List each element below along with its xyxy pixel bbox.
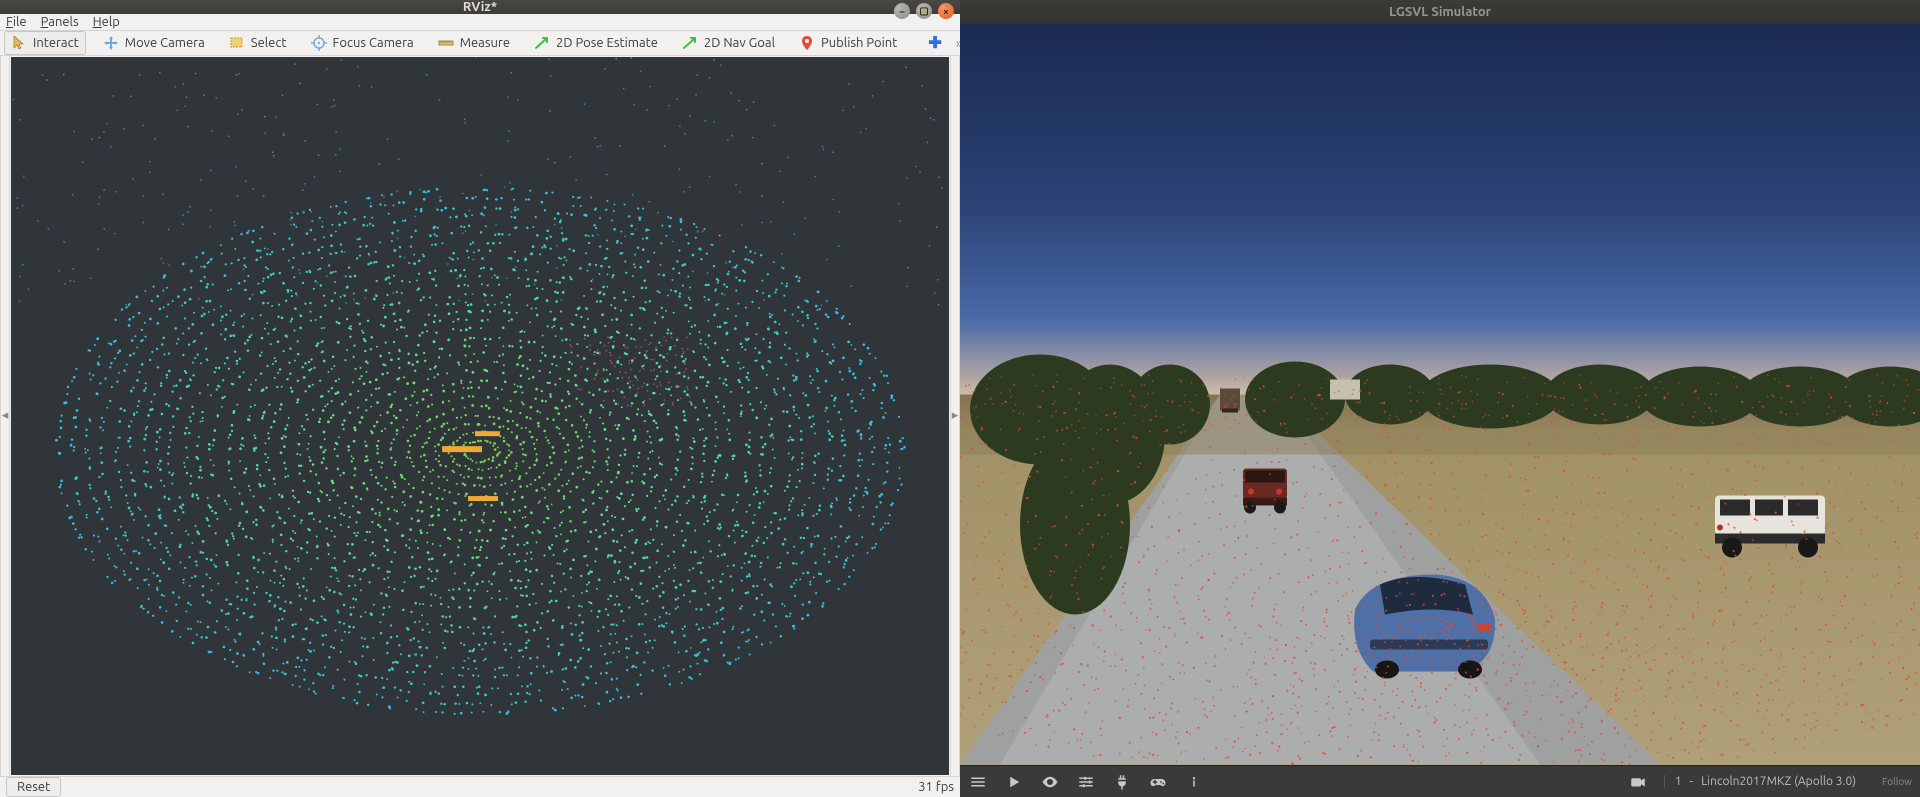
rviz-toolbar: Interact Move Camera Select Focus Camera… [0,31,960,56]
tool-interact[interactable]: Interact [4,31,86,55]
menu-panels-label: anels [48,15,78,29]
menu-icon[interactable] [968,772,988,792]
cursor-icon [11,35,27,51]
tool-select-label: Select [251,36,287,50]
rviz-window: RViz* – ▢ × File Panels Help Interact Mo… [0,0,960,797]
tool-interact-label: Interact [33,36,79,50]
menu-file[interactable]: File [6,15,27,29]
menu-panels[interactable]: Panels [41,15,79,29]
ego-vehicle [1354,575,1495,679]
select-icon [229,35,245,51]
tool-focus-camera[interactable]: Focus Camera [304,31,421,55]
tool-select[interactable]: Select [222,31,294,55]
maximize-button[interactable]: ▢ [916,3,932,19]
tool-publish-point-label: Publish Point [821,36,897,50]
lgsvl-titlebar[interactable]: LGSVL Simulator [960,0,1920,24]
tool-measure[interactable]: Measure [431,31,517,55]
camera-icon[interactable] [1628,772,1648,792]
tool-move-camera[interactable]: Move Camera [96,31,212,55]
left-panel-toggle[interactable]: ◂ [0,56,10,776]
lgsvl-window: LGSVL Simulator [960,0,1920,797]
lgsvl-title: LGSVL Simulator [1389,5,1491,19]
right-panel-toggle[interactable]: ▸ [950,56,960,776]
focus-icon [311,35,327,51]
window-controls: – ▢ × [894,3,954,19]
pin-icon [799,35,815,51]
lgsvl-bottombar: 1 - Lincoln2017MKZ (Apollo 3.0) Follow [960,765,1920,797]
vehicle-index: 1 [1675,775,1682,788]
play-icon[interactable] [1004,772,1024,792]
tool-2d-nav-goal[interactable]: 2D Nav Goal [675,31,782,55]
fps-label: 31 fps [918,780,954,794]
info-icon[interactable] [1184,772,1204,792]
tool-pose-estimate-label: 2D Pose Estimate [556,36,658,50]
npc-jeep-white [1715,496,1825,558]
lgsvl-3d-view[interactable] [960,24,1920,765]
tool-publish-point[interactable]: Publish Point [792,31,904,55]
close-button[interactable]: × [938,3,954,19]
ruler-icon [438,35,454,51]
lgsvl-scene [960,24,1920,765]
rviz-3d-view[interactable] [11,57,949,775]
reset-button[interactable]: Reset [6,777,61,797]
npc-truck [1220,389,1240,413]
menu-help[interactable]: Help [93,15,120,29]
tool-measure-label: Measure [460,36,510,50]
arrow-green-icon [682,35,698,51]
plug-icon[interactable] [1112,772,1132,792]
tool-2d-pose-estimate[interactable]: 2D Pose Estimate [527,31,665,55]
vehicle-label: Lincoln2017MKZ (Apollo 3.0) [1701,775,1856,788]
rviz-titlebar[interactable]: RViz* – ▢ × [0,0,960,14]
vehicle-separator: - [1690,775,1693,788]
tool-move-camera-label: Move Camera [125,36,205,50]
menu-file-label: ile [13,15,27,29]
minimize-button[interactable]: – [894,3,910,19]
tool-nav-goal-label: 2D Nav Goal [704,36,775,50]
gamepad-icon[interactable] [1148,772,1168,792]
pointcloud-visualization [11,57,949,775]
menu-help-label: elp [102,15,120,29]
rviz-title: RViz* [463,0,497,14]
add-tool-button[interactable]: ✚ [924,33,945,52]
rviz-body: ◂ ▸ [0,56,960,776]
eye-icon[interactable] [1040,772,1060,792]
move-icon [103,35,119,51]
rviz-menubar: File Panels Help [0,14,960,30]
vehicle-selector[interactable]: 1 - Lincoln2017MKZ (Apollo 3.0) [1664,775,1856,788]
follow-toggle[interactable]: Follow [1872,776,1912,787]
tool-focus-camera-label: Focus Camera [333,36,414,50]
sliders-icon[interactable] [1076,772,1096,792]
rviz-statusbar: Reset 31 fps [0,776,960,797]
arrow-green-icon [534,35,550,51]
